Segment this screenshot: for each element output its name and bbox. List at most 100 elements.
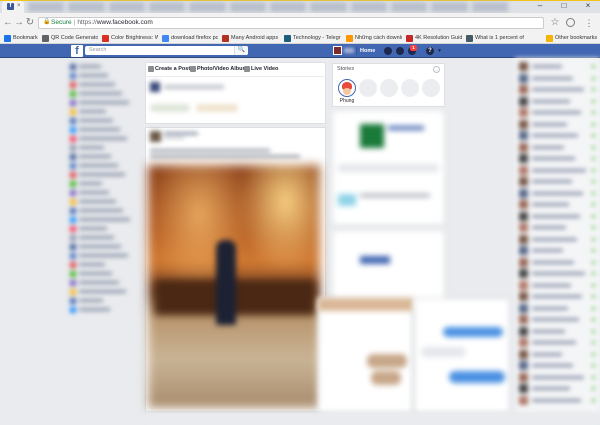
chat-contact[interactable] [519, 269, 597, 279]
chat-contact[interactable] [519, 131, 597, 141]
chat-contact[interactable] [519, 62, 597, 72]
left-nav-item[interactable] [68, 181, 136, 187]
left-nav-item[interactable] [68, 127, 136, 133]
left-nav-item[interactable] [68, 118, 136, 124]
chat-contact[interactable] [519, 246, 597, 256]
chat-contact[interactable] [519, 326, 597, 337]
chat-contact[interactable] [519, 384, 597, 394]
create-post-tab[interactable]: Create a Post [155, 64, 190, 74]
chat-contact[interactable] [519, 349, 597, 360]
bookmark-item[interactable]: Many Android apps [231, 33, 280, 44]
chat-contact[interactable] [519, 85, 597, 95]
chat-contact[interactable] [519, 119, 597, 130]
left-nav-item[interactable] [68, 253, 136, 259]
composer-body-blurred[interactable] [148, 80, 324, 120]
chat-window-1-blurred[interactable] [318, 298, 413, 413]
left-nav-item[interactable] [68, 280, 136, 286]
bookmark-item[interactable]: Bookmarks [13, 33, 38, 44]
left-nav-item[interactable] [68, 64, 136, 70]
bookmark-star-icon[interactable]: ☆ [548, 16, 562, 30]
chat-window-1-header[interactable] [318, 298, 413, 311]
tab-close-icon[interactable]: × [17, 3, 21, 10]
chat-contact[interactable] [519, 280, 597, 291]
chat-contact[interactable] [519, 154, 597, 164]
bookmark-item[interactable]: Color Brightness: Wi [111, 33, 158, 44]
left-nav-item[interactable] [68, 244, 136, 250]
left-nav-item[interactable] [68, 298, 136, 304]
left-nav-item[interactable] [68, 109, 136, 115]
home-link[interactable]: Home [360, 44, 375, 58]
chat-contact[interactable] [519, 292, 597, 302]
chat-contact[interactable] [519, 372, 597, 383]
chat-contact[interactable] [519, 211, 597, 222]
left-nav-item[interactable] [68, 172, 136, 178]
profile-name-blurred[interactable] [344, 48, 354, 53]
chat-contact[interactable] [519, 315, 597, 325]
left-navigation-blurred[interactable] [68, 60, 140, 315]
chat-contact[interactable] [519, 303, 597, 314]
left-nav-item[interactable] [68, 136, 136, 142]
left-nav-item[interactable] [68, 73, 136, 79]
left-nav-item[interactable] [68, 199, 136, 205]
left-nav-item[interactable] [68, 289, 136, 295]
left-nav-item[interactable] [68, 163, 136, 169]
messages-icon[interactable] [396, 47, 404, 55]
window-maximize-button[interactable]: □ [552, 0, 576, 12]
extension-icon[interactable] [566, 18, 575, 27]
search-button[interactable]: 🔍 [234, 46, 248, 55]
left-nav-item[interactable] [68, 262, 136, 268]
chat-contact[interactable] [519, 165, 597, 176]
bookmark-item[interactable]: QR Code Generator [51, 33, 98, 44]
chat-contact[interactable] [519, 223, 597, 233]
left-nav-item[interactable] [68, 217, 136, 223]
chat-contact[interactable] [519, 361, 597, 371]
bookmark-item[interactable]: download firefox pc - [171, 33, 218, 44]
chat-contact[interactable] [519, 177, 597, 187]
chat-contact[interactable] [519, 234, 597, 245]
account-menu-caret-icon[interactable]: ▼ [437, 45, 442, 57]
left-nav-item[interactable] [68, 100, 136, 106]
left-nav-item[interactable] [68, 82, 136, 88]
browser-menu-icon[interactable]: ⋮ [583, 16, 595, 30]
live-video-tab[interactable]: Live Video [251, 64, 278, 74]
bookmark-item[interactable]: Những cách downlo [355, 33, 402, 44]
window-close-button[interactable]: × [576, 0, 600, 12]
left-nav-item[interactable] [68, 307, 136, 313]
facebook-logo-icon[interactable]: f [71, 45, 83, 57]
search-input[interactable] [85, 46, 248, 55]
chat-contact[interactable] [519, 395, 597, 406]
bookmark-item[interactable]: Other bookmarks [555, 33, 598, 44]
left-nav-item[interactable] [68, 145, 136, 151]
lock-icon[interactable]: 🔒 [43, 19, 50, 26]
stories-options-icon[interactable]: ... [433, 66, 440, 73]
chat-contact[interactable] [519, 257, 597, 268]
bookmark-item[interactable]: Technology - Telegr [293, 33, 342, 44]
chat-contact[interactable] [519, 142, 597, 153]
reload-button[interactable]: ↻ [24, 16, 36, 30]
chat-window-2-blurred[interactable] [414, 298, 510, 413]
chat-contact[interactable] [519, 188, 597, 199]
url-text[interactable]: Secure | https://www.facebook.com [51, 18, 153, 28]
bookmark-item[interactable]: 4K Resolution Guide [415, 33, 462, 44]
left-nav-item[interactable] [68, 226, 136, 232]
story-avatar-phung[interactable] [338, 79, 356, 97]
left-nav-item[interactable] [68, 154, 136, 160]
right-column-blurred[interactable] [332, 110, 445, 310]
chat-contact[interactable] [519, 108, 597, 118]
chat-sidebar-blurred[interactable] [515, 58, 600, 413]
left-nav-item[interactable] [68, 190, 136, 196]
chat-contact[interactable] [519, 73, 597, 84]
bookmark-item[interactable]: What is 1 percent of [475, 33, 542, 44]
left-nav-item[interactable] [68, 271, 136, 277]
chat-contact[interactable] [519, 200, 597, 210]
profile-avatar[interactable] [333, 46, 342, 55]
photo-video-album-tab[interactable]: Photo/Video Album [197, 64, 247, 74]
left-nav-item[interactable] [68, 91, 136, 97]
chat-contact[interactable] [519, 96, 597, 107]
window-minimize-button[interactable]: – [528, 0, 552, 12]
left-nav-item[interactable] [68, 208, 136, 214]
friend-requests-icon[interactable] [384, 47, 392, 55]
help-icon[interactable]: ? [426, 47, 434, 55]
post-header-blurred[interactable] [148, 129, 323, 162]
chat-contact[interactable] [519, 338, 597, 348]
